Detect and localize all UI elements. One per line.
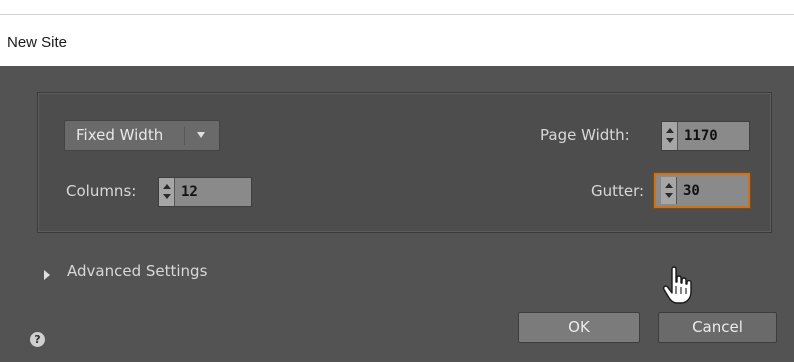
gutter-value: 30 bbox=[683, 183, 700, 199]
spin-up-icon[interactable] bbox=[666, 128, 674, 133]
spin-down-icon[interactable] bbox=[666, 138, 674, 143]
spin-up-icon[interactable] bbox=[665, 183, 673, 188]
gutter-label: Gutter: bbox=[591, 182, 645, 200]
advanced-settings-toggle[interactable]: Advanced Settings bbox=[67, 262, 207, 280]
spin-arrows-icon[interactable] bbox=[662, 122, 678, 150]
disclosure-triangle-icon[interactable] bbox=[44, 270, 50, 280]
new-site-dialog: Fixed Width Columns: 12 Page Width: 1170… bbox=[0, 66, 794, 362]
cancel-button[interactable]: Cancel bbox=[658, 312, 777, 343]
columns-label: Columns: bbox=[66, 182, 137, 200]
header-divider bbox=[0, 14, 794, 15]
spin-up-icon[interactable] bbox=[163, 184, 171, 189]
dropdown-separator bbox=[184, 127, 185, 145]
spin-arrows-icon[interactable] bbox=[661, 177, 677, 204]
layout-mode-value: Fixed Width bbox=[76, 126, 164, 144]
spin-down-icon[interactable] bbox=[665, 193, 673, 198]
ok-button[interactable]: OK bbox=[518, 312, 640, 343]
caret-down-icon bbox=[197, 132, 205, 138]
hand-cursor-icon bbox=[662, 266, 692, 304]
grid-settings-panel: Fixed Width Columns: 12 Page Width: 1170… bbox=[37, 92, 772, 233]
help-icon[interactable]: ? bbox=[30, 332, 45, 347]
spin-down-icon[interactable] bbox=[163, 194, 171, 199]
dialog-title: New Site bbox=[7, 34, 68, 51]
window-header: New Site bbox=[0, 0, 794, 66]
page-width-value: 1170 bbox=[684, 128, 718, 144]
page-width-stepper[interactable]: 1170 bbox=[661, 121, 750, 151]
gutter-stepper[interactable]: 30 bbox=[654, 173, 750, 208]
spin-arrows-icon[interactable] bbox=[159, 178, 175, 206]
columns-stepper[interactable]: 12 bbox=[158, 177, 252, 207]
layout-mode-dropdown[interactable]: Fixed Width bbox=[64, 120, 220, 151]
page-width-label: Page Width: bbox=[540, 126, 630, 144]
columns-value: 12 bbox=[181, 184, 198, 200]
